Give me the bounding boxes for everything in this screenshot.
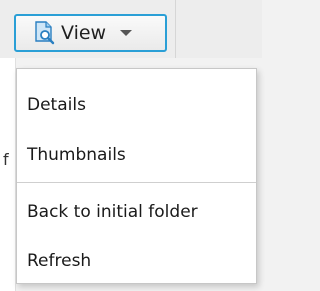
menu-item-back-to-initial-folder[interactable]: Back to initial folder <box>17 192 256 232</box>
partial-text: f <box>3 150 9 169</box>
menu-item-label: Thumbnails <box>27 145 126 165</box>
window: f View Details Thumbnails Back to initia… <box>0 0 262 291</box>
menu-item-details[interactable]: Details <box>17 85 256 125</box>
menu-separator <box>17 182 256 183</box>
menu-item-label: Refresh <box>27 251 92 271</box>
document-search-icon <box>35 21 55 45</box>
background-panel: f <box>0 58 16 291</box>
menu-item-thumbnails[interactable]: Thumbnails <box>17 135 256 175</box>
view-dropdown-menu: Details Thumbnails Back to initial folde… <box>16 68 257 284</box>
view-button[interactable]: View <box>14 14 167 52</box>
view-button-label: View <box>61 22 107 44</box>
menu-item-refresh[interactable]: Refresh <box>17 241 256 281</box>
menu-item-label: Details <box>27 95 86 115</box>
menu-item-label: Back to initial folder <box>27 202 198 222</box>
toolbar-divider <box>175 0 176 58</box>
caret-down-icon <box>120 30 133 36</box>
